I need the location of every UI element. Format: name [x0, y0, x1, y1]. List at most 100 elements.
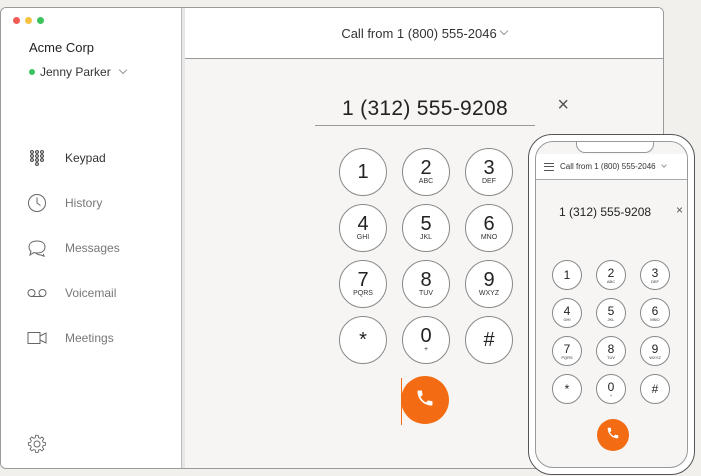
key-digit: 3	[483, 156, 495, 179]
key-digit: #	[651, 382, 659, 396]
mobile-dial-key[interactable]: *	[552, 374, 582, 404]
sidebar-item-label: Keypad	[65, 150, 106, 165]
mobile-dial-key[interactable]: 1	[552, 260, 582, 290]
mobile-dial-key[interactable]: 9 WXYZ	[640, 336, 670, 366]
gear-icon	[27, 434, 47, 458]
maximize-window-button[interactable]	[37, 17, 44, 24]
key-letters: JKL	[607, 316, 615, 322]
key-letters: MNO	[480, 233, 498, 241]
close-window-button[interactable]	[13, 17, 20, 24]
key-digit: #	[483, 328, 495, 351]
sidebar-item-label: Voicemail	[65, 285, 117, 300]
minimize-window-button[interactable]	[25, 17, 32, 24]
key-letters: ABC	[606, 278, 616, 284]
key-digit: *	[564, 382, 570, 396]
key-letters: ABC	[418, 177, 434, 185]
mobile-dial-key[interactable]: 5 JKL	[596, 298, 626, 328]
keypad-icon	[27, 148, 47, 168]
key-letters: GHI	[356, 233, 370, 241]
phone-icon	[606, 426, 620, 445]
clock-icon	[27, 193, 47, 213]
mobile-dialed-number: 1 (312) 555-9208	[559, 205, 652, 219]
mobile-dial-keypad: 1 2 ABC 3 DEF 4 GHI 5 JKL 6 MNO 7 PQRS 8 TUV 9 WXYZ * 0 + #	[552, 260, 670, 404]
key-digit: 4	[563, 303, 571, 318]
sidebar-item-messages[interactable]: Messages	[27, 225, 120, 270]
dialed-number: 1 (312) 555-9208	[342, 96, 508, 120]
key-letters: WXYZ	[649, 354, 661, 360]
key-digit: 6	[483, 212, 495, 235]
key-digit: 2	[607, 265, 615, 280]
dial-key[interactable]: #	[465, 316, 513, 364]
dial-key[interactable]: 9 WXYZ	[465, 260, 513, 308]
sidebar-item-voicemail[interactable]: Voicemail	[27, 270, 120, 315]
dial-keypad: 1 2 ABC 3 DEF 4 GHI 5 JKL 6 MNO 7 PQRS 8 TUV 9 WXYZ * 0 + #	[339, 148, 513, 364]
key-letters: PQRS	[353, 289, 373, 297]
key-letters: GHI	[563, 316, 571, 322]
key-digit: 6	[651, 303, 659, 318]
chevron-down-icon	[499, 26, 508, 36]
online-status-dot	[29, 69, 35, 75]
dial-key[interactable]: 6 MNO	[465, 204, 513, 252]
key-digit: 1	[563, 268, 571, 282]
mobile-screen: Call from 1 (800) 555-2046 1 (312) 555-9…	[535, 141, 688, 468]
dial-key[interactable]: 4 GHI	[339, 204, 387, 252]
mobile-dial-key[interactable]: 8 TUV	[596, 336, 626, 366]
sidebar-item-meetings[interactable]: Meetings	[27, 315, 120, 360]
mobile-clear-number-button[interactable]: ×	[676, 203, 683, 217]
dial-key[interactable]: 2 ABC	[402, 148, 450, 196]
key-letters: MNO	[650, 316, 660, 322]
window-controls	[13, 17, 44, 24]
sidebar-item-label: Messages	[65, 240, 120, 255]
sidebar-item-history[interactable]: History	[27, 180, 120, 225]
mobile-dial-key[interactable]: 6 MNO	[640, 298, 670, 328]
call-button[interactable]	[401, 376, 449, 424]
caller-id-label: Call from 1 (800) 555-2046	[341, 25, 497, 41]
mobile-dial-key[interactable]: 7 PQRS	[552, 336, 582, 366]
dial-key[interactable]: *	[339, 316, 387, 364]
dial-key[interactable]: 5 JKL	[402, 204, 450, 252]
sidebar-item-keypad[interactable]: Keypad	[27, 135, 120, 180]
dial-key[interactable]: 7 PQRS	[339, 260, 387, 308]
key-digit: 9	[483, 268, 495, 291]
mobile-caller-id-label: Call from 1 (800) 555-2046	[560, 162, 656, 171]
key-digit: 5	[420, 212, 432, 235]
mobile-call-button[interactable]	[597, 419, 629, 451]
clear-number-button[interactable]: ×	[557, 94, 569, 117]
sidebar-item-label: Meetings	[65, 330, 114, 345]
dial-key[interactable]: 1	[339, 148, 387, 196]
mobile-dial-key[interactable]: #	[640, 374, 670, 404]
sidebar: Acme Corp Jenny Parker Keypad History Me…	[1, 8, 185, 468]
mobile-dial-key[interactable]: 4 GHI	[552, 298, 582, 328]
dial-key[interactable]: 0 +	[402, 316, 450, 364]
key-digit: 8	[420, 268, 432, 291]
chat-icon	[27, 238, 47, 258]
chevron-down-icon	[118, 65, 127, 75]
video-icon	[27, 328, 47, 348]
settings-button[interactable]	[27, 434, 47, 454]
chevron-down-icon	[660, 161, 667, 168]
dial-number-field[interactable]: 1 (312) 555-9208 ×	[315, 92, 569, 126]
mobile-caller-id-selector[interactable]: Call from 1 (800) 555-2046	[536, 154, 687, 180]
caller-id-selector[interactable]: Call from 1 (800) 555-2046	[185, 8, 663, 59]
sidebar-nav: Keypad History Messages Voicemail Meetin…	[27, 135, 120, 360]
key-letters: PQRS	[561, 354, 573, 360]
key-letters: JKL	[419, 233, 433, 241]
dial-key[interactable]: 3 DEF	[465, 148, 513, 196]
key-digit: 3	[651, 265, 659, 280]
key-digit: 5	[607, 303, 615, 318]
menu-icon[interactable]	[544, 162, 554, 171]
mobile-dial-key[interactable]: 3 DEF	[640, 260, 670, 290]
key-letters: +	[423, 345, 429, 353]
dial-key[interactable]: 8 TUV	[402, 260, 450, 308]
mobile-dial-key[interactable]: 0 +	[596, 374, 626, 404]
mobile-dial-key[interactable]: 2 ABC	[596, 260, 626, 290]
key-letters: DEF	[482, 177, 496, 185]
key-digit: *	[359, 328, 367, 351]
key-digit: 0	[607, 379, 615, 394]
user-name: Jenny Parker	[40, 65, 111, 79]
user-status-selector[interactable]: Jenny Parker	[29, 65, 127, 79]
key-letters: +	[609, 392, 613, 398]
key-digit: 4	[357, 212, 369, 235]
key-letters: WXYZ	[478, 289, 500, 297]
key-digit: 7	[357, 268, 369, 291]
